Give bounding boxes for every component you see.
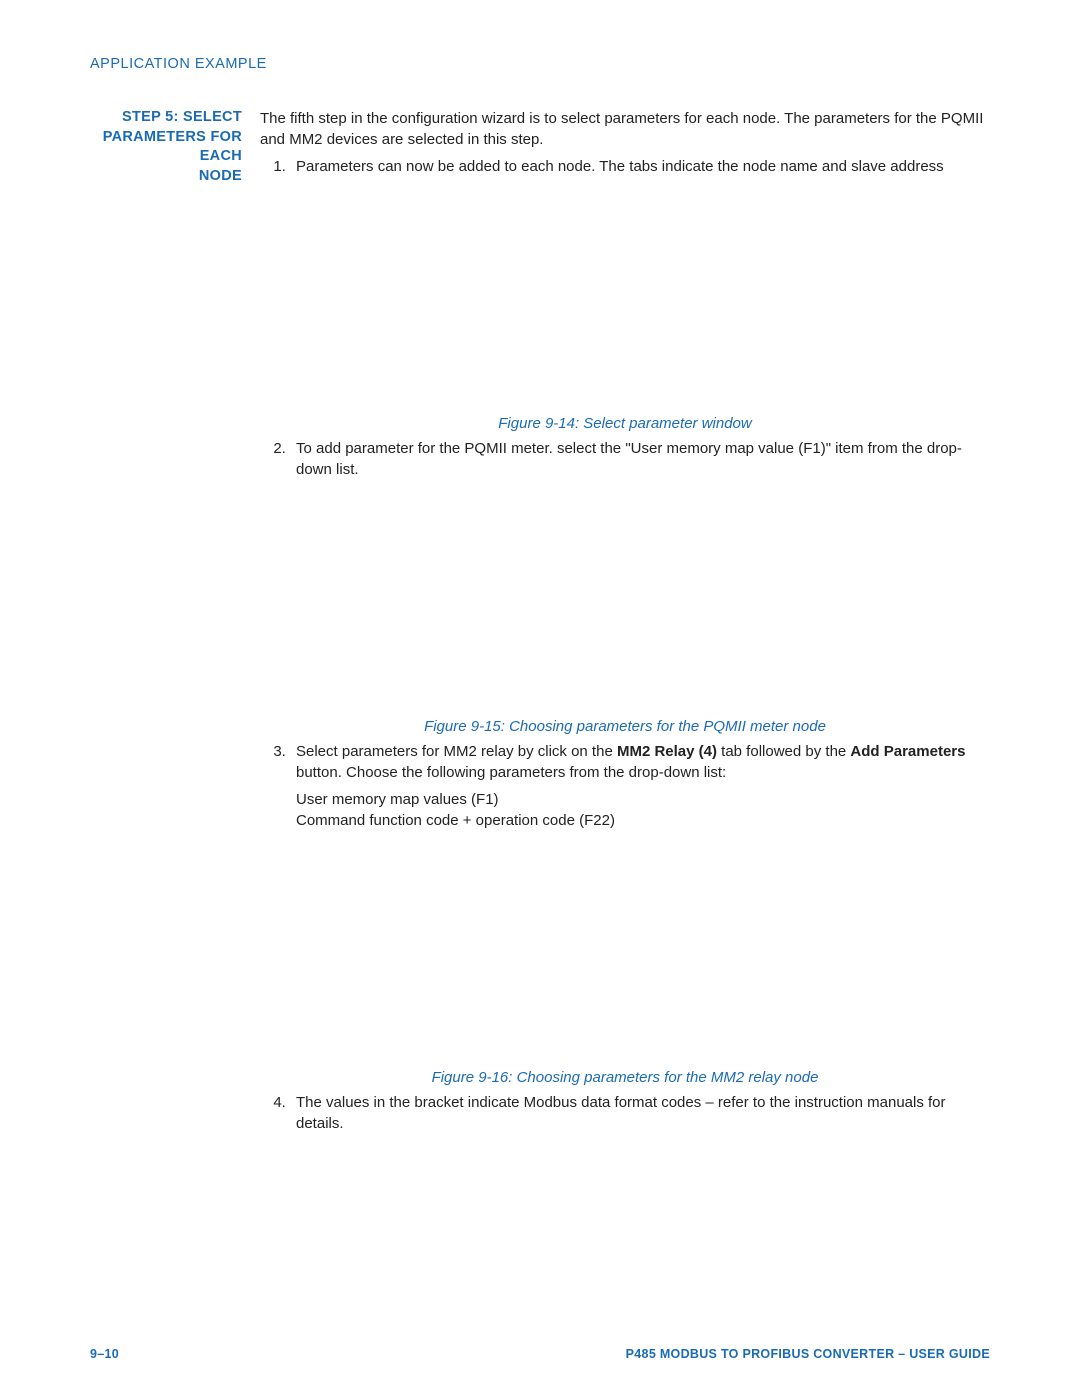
ordered-steps: Parameters can now be added to each node…: [260, 156, 990, 177]
footer-page-number: 9–10: [90, 1347, 119, 1361]
step-3-bold-2: Add Parameters: [850, 743, 965, 760]
page: APPLICATION EXAMPLE STEP 5: SELECT PARAM…: [0, 0, 1080, 1397]
ordered-steps-3: Select parameters for MM2 relay by click…: [260, 741, 990, 831]
side-heading-line1: STEP 5: SELECT: [90, 108, 242, 128]
intro-paragraph: The fifth step in the configuration wiza…: [260, 108, 990, 150]
step-3-sublines: User memory map values (F1) Command func…: [296, 789, 990, 831]
figure-caption-9-15: Figure 9-15: Choosing parameters for the…: [260, 716, 990, 737]
footer-doc-title: P485 MODBUS TO PROFIBUS CONVERTER – USER…: [626, 1347, 990, 1361]
figure-placeholder-9-14: [260, 183, 990, 403]
footer: 9–10 P485 MODBUS TO PROFIBUS CONVERTER –…: [90, 1347, 990, 1361]
content-row: STEP 5: SELECT PARAMETERS FOR EACH NODE …: [90, 108, 990, 1140]
figure-caption-9-14: Figure 9-14: Select parameter window: [260, 413, 990, 434]
step-3-subline-a: User memory map values (F1): [296, 789, 990, 810]
side-heading-line3: NODE: [90, 167, 242, 187]
step-3-text-mid: tab followed by the: [717, 743, 850, 760]
figure-placeholder-9-15: [260, 486, 990, 706]
figure-placeholder-9-16: [260, 837, 990, 1057]
step-2: To add parameter for the PQMII meter. se…: [290, 438, 990, 480]
step-3: Select parameters for MM2 relay by click…: [290, 741, 990, 831]
step-3-bold-1: MM2 Relay (4): [617, 743, 717, 760]
side-heading: STEP 5: SELECT PARAMETERS FOR EACH NODE: [90, 108, 260, 186]
header-section-title: APPLICATION EXAMPLE: [90, 56, 990, 72]
ordered-steps-4: The values in the bracket indicate Modbu…: [260, 1092, 990, 1134]
step-1: Parameters can now be added to each node…: [290, 156, 990, 177]
step-3-text-post: button. Choose the following parameters …: [296, 764, 726, 781]
step-3-text-pre: Select parameters for MM2 relay by click…: [296, 743, 617, 760]
step-3-subline-b: Command function code + operation code (…: [296, 810, 990, 831]
ordered-steps-2: To add parameter for the PQMII meter. se…: [260, 438, 990, 480]
step-4: The values in the bracket indicate Modbu…: [290, 1092, 990, 1134]
main-column: The fifth step in the configuration wiza…: [260, 108, 990, 1140]
side-heading-line2: PARAMETERS FOR EACH: [90, 128, 242, 167]
figure-caption-9-16: Figure 9-16: Choosing parameters for the…: [260, 1067, 990, 1088]
